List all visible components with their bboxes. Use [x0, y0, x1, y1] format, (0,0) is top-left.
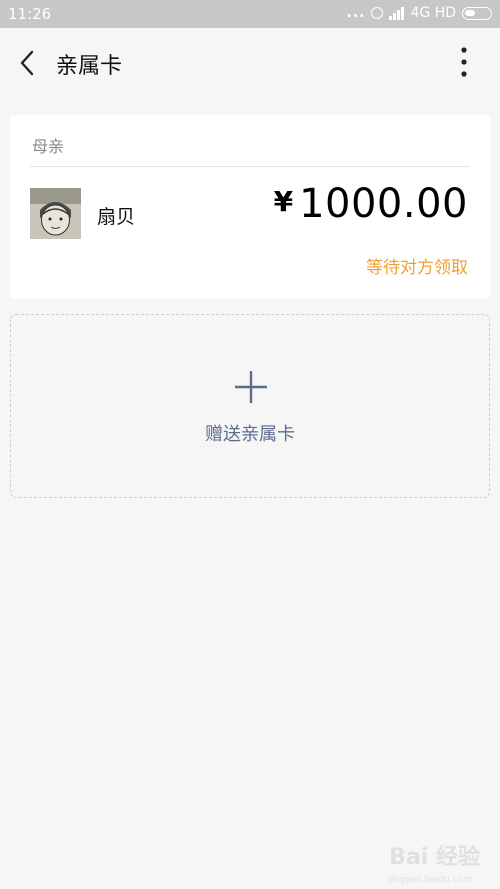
- family-card[interactable]: 母亲 扇贝 ¥ 1000.00 等待对方领取: [10, 115, 490, 299]
- network-label: 4G HD: [410, 5, 456, 21]
- status-icons: ... 4G HD: [347, 5, 492, 21]
- notification-dots: ...: [346, 5, 366, 21]
- recipient-name: 扇贝: [97, 206, 136, 228]
- card-divider: [30, 166, 470, 167]
- card-amount: ¥ 1000.00: [274, 181, 468, 227]
- more-vertical-icon[interactable]: [458, 46, 470, 78]
- currency-symbol: ¥: [273, 185, 294, 218]
- status-bar: 11:26 ... 4G HD: [0, 0, 500, 28]
- signal-icon: [389, 6, 405, 20]
- page-title: 亲属卡: [56, 54, 123, 79]
- relation-label: 母亲: [32, 137, 65, 156]
- claim-status: 等待对方领取: [366, 258, 468, 278]
- chevron-left-icon[interactable]: [14, 48, 42, 78]
- add-card-label: 赠送亲属卡: [205, 424, 295, 445]
- status-time: 11:26: [8, 5, 52, 23]
- battery-icon: [462, 6, 492, 20]
- avatar: [30, 188, 81, 239]
- header: 亲属卡: [0, 28, 500, 98]
- alarm-icon: [371, 7, 384, 19]
- plus-icon: [235, 371, 267, 403]
- add-family-card-button[interactable]: 赠送亲属卡: [10, 314, 490, 498]
- watermark-url: jingyan.baidu.com: [388, 875, 472, 885]
- amount-value: 1000.00: [299, 181, 468, 227]
- watermark: Bai 经验: [389, 845, 480, 870]
